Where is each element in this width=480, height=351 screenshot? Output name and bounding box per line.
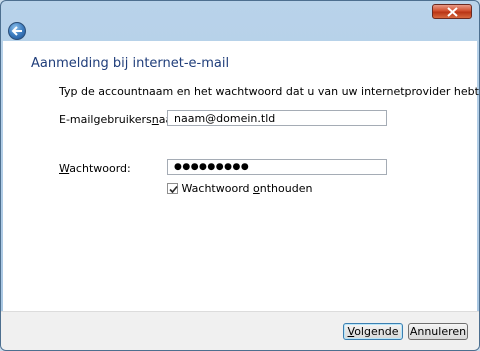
- password-input[interactable]: ●●●●●●●●●: [167, 159, 387, 175]
- remember-password-row[interactable]: Wachtwoord onthouden: [167, 182, 312, 195]
- password-label-text: achtwoord:: [69, 162, 131, 175]
- username-input[interactable]: naam@domein.tld: [167, 110, 387, 126]
- page-title: Aanmelding bij internet-e-mail: [31, 56, 230, 71]
- back-button[interactable]: [8, 22, 26, 40]
- password-label: Wachtwoord:: [59, 162, 131, 175]
- remember-password-label: Wachtwoord onthouden: [181, 182, 313, 195]
- close-icon: [447, 7, 458, 17]
- password-label-accesskey: W: [59, 162, 70, 175]
- content-area: Aanmelding bij internet-e-mail Typ de ac…: [3, 41, 479, 311]
- remember-password-checkbox[interactable]: [167, 183, 178, 194]
- instruction-text: Typ de accountnaam en het wachtwoord dat…: [59, 85, 479, 98]
- username-label-accesskey: n: [151, 113, 159, 126]
- dialog-window: Aanmelding bij internet-e-mail Typ de ac…: [0, 0, 480, 351]
- back-arrow-icon: [11, 26, 22, 36]
- nav-bar: [1, 21, 479, 41]
- checkmark-icon: [169, 185, 178, 194]
- close-button[interactable]: [432, 4, 472, 19]
- button-bar: Volgende Annuleren: [1, 311, 479, 350]
- next-button[interactable]: Volgende: [343, 323, 403, 340]
- title-bar: [1, 1, 479, 21]
- username-label-text: E-mailgebruikers: [59, 113, 152, 126]
- next-button-label: olgende: [354, 325, 399, 338]
- cancel-button[interactable]: Annuleren: [408, 323, 468, 340]
